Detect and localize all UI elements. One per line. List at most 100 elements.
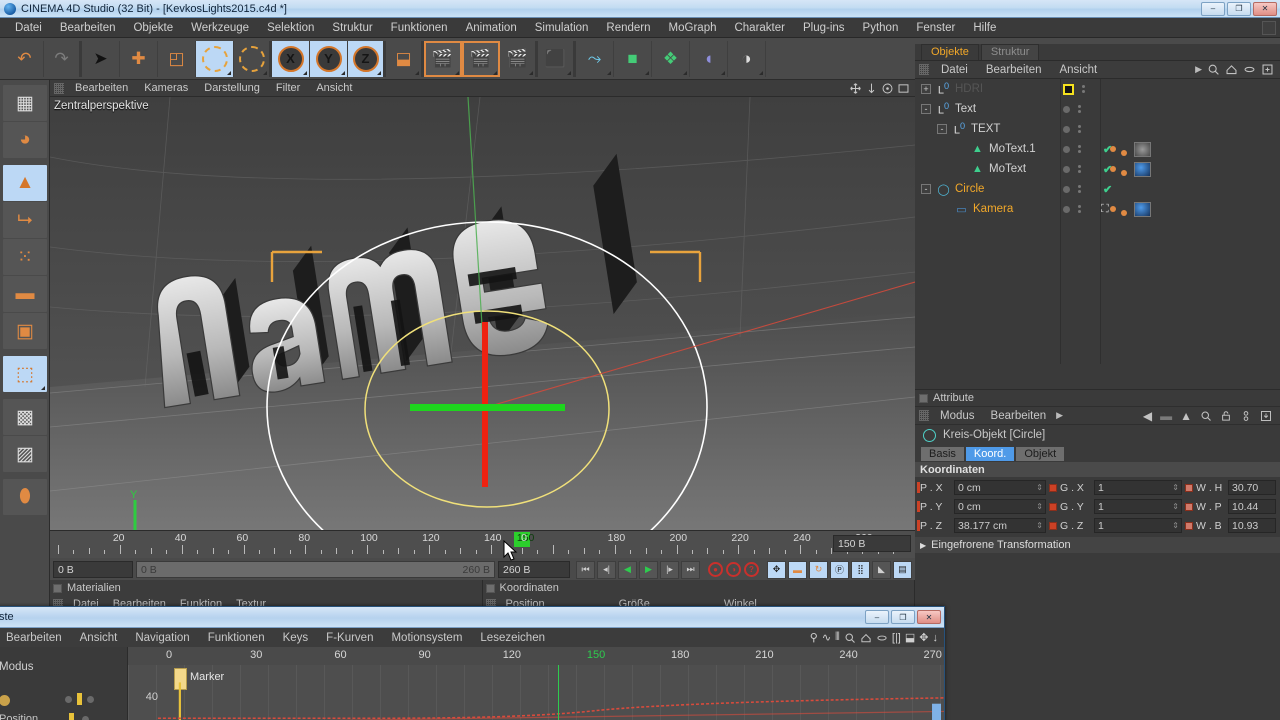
powerslider-ruler[interactable]: 204060801001201401500180200220240260150 … bbox=[50, 531, 915, 558]
close-button[interactable]: ✕ bbox=[1253, 1, 1277, 16]
viewport-menu-ansicht[interactable]: Ansicht bbox=[308, 81, 360, 95]
maximize-view-icon[interactable] bbox=[897, 82, 910, 95]
visibility-dot-icon[interactable] bbox=[1063, 185, 1070, 193]
search-icon[interactable] bbox=[1200, 410, 1212, 422]
ellipse-icon[interactable] bbox=[876, 632, 888, 644]
up-arrow-icon[interactable]: ▲ bbox=[1180, 409, 1192, 423]
coord-size-input[interactable]: 1 ⇕ bbox=[1094, 499, 1182, 514]
menu-python[interactable]: Python bbox=[854, 20, 908, 36]
ellipse-icon[interactable] bbox=[1243, 63, 1256, 76]
menu-simulation[interactable]: Simulation bbox=[526, 20, 598, 36]
zoom-view-icon[interactable] bbox=[881, 82, 894, 95]
animated-track-icon[interactable] bbox=[1049, 483, 1057, 492]
dropdown-triangle-icon[interactable] bbox=[493, 70, 497, 75]
viewport-menu-darstellung[interactable]: Darstellung bbox=[196, 81, 268, 95]
coord-position-input[interactable]: 0 cm ⇕ bbox=[954, 499, 1046, 514]
dropdown-triangle-icon[interactable] bbox=[529, 70, 533, 75]
time-range-scrollbar[interactable]: 0 B 260 B bbox=[136, 561, 495, 578]
panel-collapse-icon[interactable] bbox=[485, 583, 495, 593]
tab-struktur[interactable]: Struktur bbox=[980, 44, 1040, 60]
spinner-icon[interactable]: ⇕ bbox=[1036, 502, 1043, 511]
timeline-tracks[interactable]: Marker 40 bbox=[128, 665, 944, 720]
step-forward-icon[interactable]: |▸ bbox=[660, 560, 679, 579]
dropdown-triangle-icon[interactable] bbox=[567, 70, 571, 75]
timeline-track-area[interactable]: 0 30 60 90 120 150 180 210 240 270 Marker 40 bbox=[128, 647, 944, 720]
enabled-check-icon[interactable]: ✔ bbox=[1103, 183, 1112, 196]
object-row-motext[interactable]: ▲ MoText ✔ bbox=[915, 159, 1280, 179]
timeline-object-list[interactable]: Modus Position bbox=[0, 647, 128, 720]
scale-key-icon[interactable]: ▬ bbox=[788, 560, 807, 579]
om-menu-ansicht[interactable]: Ansicht bbox=[1050, 63, 1106, 77]
autokeying-icon[interactable]: ◑ bbox=[726, 562, 741, 577]
panel-collapse-icon[interactable] bbox=[919, 393, 928, 403]
attr-tab-koord[interactable]: Koord. bbox=[965, 446, 1015, 461]
visibility-dot-icon[interactable] bbox=[1063, 205, 1070, 213]
layer-color-swatch[interactable] bbox=[1063, 83, 1074, 95]
timeline-menu-keys[interactable]: Keys bbox=[274, 632, 318, 644]
spinner-icon[interactable]: ⇕ bbox=[1172, 502, 1179, 511]
mograph-tag-icon[interactable] bbox=[1110, 143, 1127, 156]
visibility-toggles[interactable] bbox=[1063, 205, 1081, 213]
visibility-dot-icon[interactable] bbox=[1063, 145, 1070, 153]
axis-z-icon[interactable]: Z bbox=[348, 40, 386, 77]
visibility-toggles[interactable] bbox=[1063, 105, 1081, 113]
visibility-editor-dots-icon[interactable] bbox=[1082, 85, 1085, 93]
target-tag-icon[interactable]: ⛶ bbox=[1101, 203, 1109, 216]
home-icon[interactable] bbox=[1225, 63, 1238, 76]
coord-position-input[interactable]: 38.177 cm ⇕ bbox=[954, 518, 1046, 533]
coord-size-input[interactable]: 1 ⇕ bbox=[1094, 480, 1182, 495]
end-frame-field[interactable]: 260 B bbox=[498, 561, 570, 578]
animation-layer-icon[interactable]: ◣ bbox=[872, 560, 891, 579]
timeline-playhead[interactable] bbox=[558, 665, 560, 720]
visibility-toggles[interactable] bbox=[1063, 145, 1081, 153]
undo-icon[interactable]: ↶ bbox=[6, 40, 44, 77]
om-menu-bearbeiten[interactable]: Bearbeiten bbox=[977, 63, 1051, 77]
visibility-dot-icon[interactable] bbox=[1063, 165, 1070, 173]
go-to-end-icon[interactable]: ⏭ bbox=[681, 560, 700, 579]
link-icon[interactable] bbox=[1240, 410, 1252, 422]
frame-all-icon[interactable]: ⬓ bbox=[905, 631, 915, 644]
play-forward-icon[interactable]: ▶ bbox=[639, 560, 658, 579]
menu-selektion[interactable]: Selektion bbox=[258, 20, 323, 36]
coord-angle-input[interactable]: 30.70 bbox=[1228, 480, 1276, 495]
render-view-icon[interactable]: 🎬 bbox=[424, 40, 462, 77]
timeline-ruler[interactable]: 0 30 60 90 120 150 180 210 240 270 bbox=[128, 647, 944, 665]
texture-axis-icon[interactable]: ◕ bbox=[3, 122, 47, 158]
menu-werkzeuge[interactable]: Werkzeuge bbox=[182, 20, 258, 36]
dropdown-triangle-icon[interactable] bbox=[759, 70, 763, 75]
animated-track-icon[interactable] bbox=[1185, 521, 1193, 530]
object-row-kamera[interactable]: ▭ Kamera ⛶ bbox=[915, 199, 1280, 219]
pan-view-icon[interactable] bbox=[849, 82, 862, 95]
panel-grip-icon[interactable] bbox=[54, 82, 64, 94]
forward-arrow-icon[interactable]: ▬ bbox=[1160, 409, 1172, 423]
array-modeling-icon[interactable]: ❖ bbox=[652, 40, 690, 77]
tab-objekte[interactable]: Objekte bbox=[921, 44, 979, 60]
mograph-tag-icon[interactable] bbox=[1110, 203, 1127, 216]
chevron-right-icon[interactable]: ▶ bbox=[1195, 64, 1202, 75]
visibility-dot-icon[interactable] bbox=[1063, 105, 1070, 113]
spinner-icon[interactable]: ⇕ bbox=[1036, 483, 1043, 492]
coord-angle-input[interactable]: 10.44 bbox=[1228, 499, 1276, 514]
panel-grip-icon[interactable] bbox=[919, 64, 929, 75]
dropdown-triangle-icon[interactable] bbox=[683, 70, 687, 75]
visibility-toggles[interactable] bbox=[1063, 165, 1081, 173]
rotation-key-icon[interactable]: ↻ bbox=[809, 560, 828, 579]
viewport-menu-bearbeiten[interactable]: Bearbeiten bbox=[67, 81, 136, 95]
animated-track-icon[interactable] bbox=[1049, 502, 1057, 511]
coord-size-input[interactable]: 1 ⇕ bbox=[1094, 518, 1182, 533]
menu-funktionen[interactable]: Funktionen bbox=[382, 20, 457, 36]
enable-axis-icon[interactable]: ⬚ bbox=[3, 356, 47, 392]
model-mode-icon[interactable]: ▲ bbox=[3, 165, 47, 201]
nurbs-generator-icon[interactable]: ■ bbox=[614, 40, 652, 77]
dope-sheet-icon[interactable]: ⦀ bbox=[835, 631, 840, 644]
dropdown-triangle-icon[interactable] bbox=[303, 70, 307, 75]
dropdown-triangle-icon[interactable] bbox=[41, 386, 45, 390]
texture-tag-icon[interactable] bbox=[1134, 141, 1151, 157]
timeline-menu-navigation[interactable]: Navigation bbox=[126, 632, 198, 644]
add-layer-icon[interactable] bbox=[1261, 63, 1274, 76]
object-row-circle[interactable]: - ◯ Circle ✔ bbox=[915, 179, 1280, 199]
timeline-maximize-button[interactable]: ❐ bbox=[891, 610, 915, 624]
texture-axis-mode-icon[interactable]: ▨ bbox=[3, 436, 47, 472]
viewport-solo-icon[interactable]: ⬮ bbox=[3, 479, 47, 515]
timeline-menu-f-kurven[interactable]: F-Kurven bbox=[317, 632, 382, 644]
